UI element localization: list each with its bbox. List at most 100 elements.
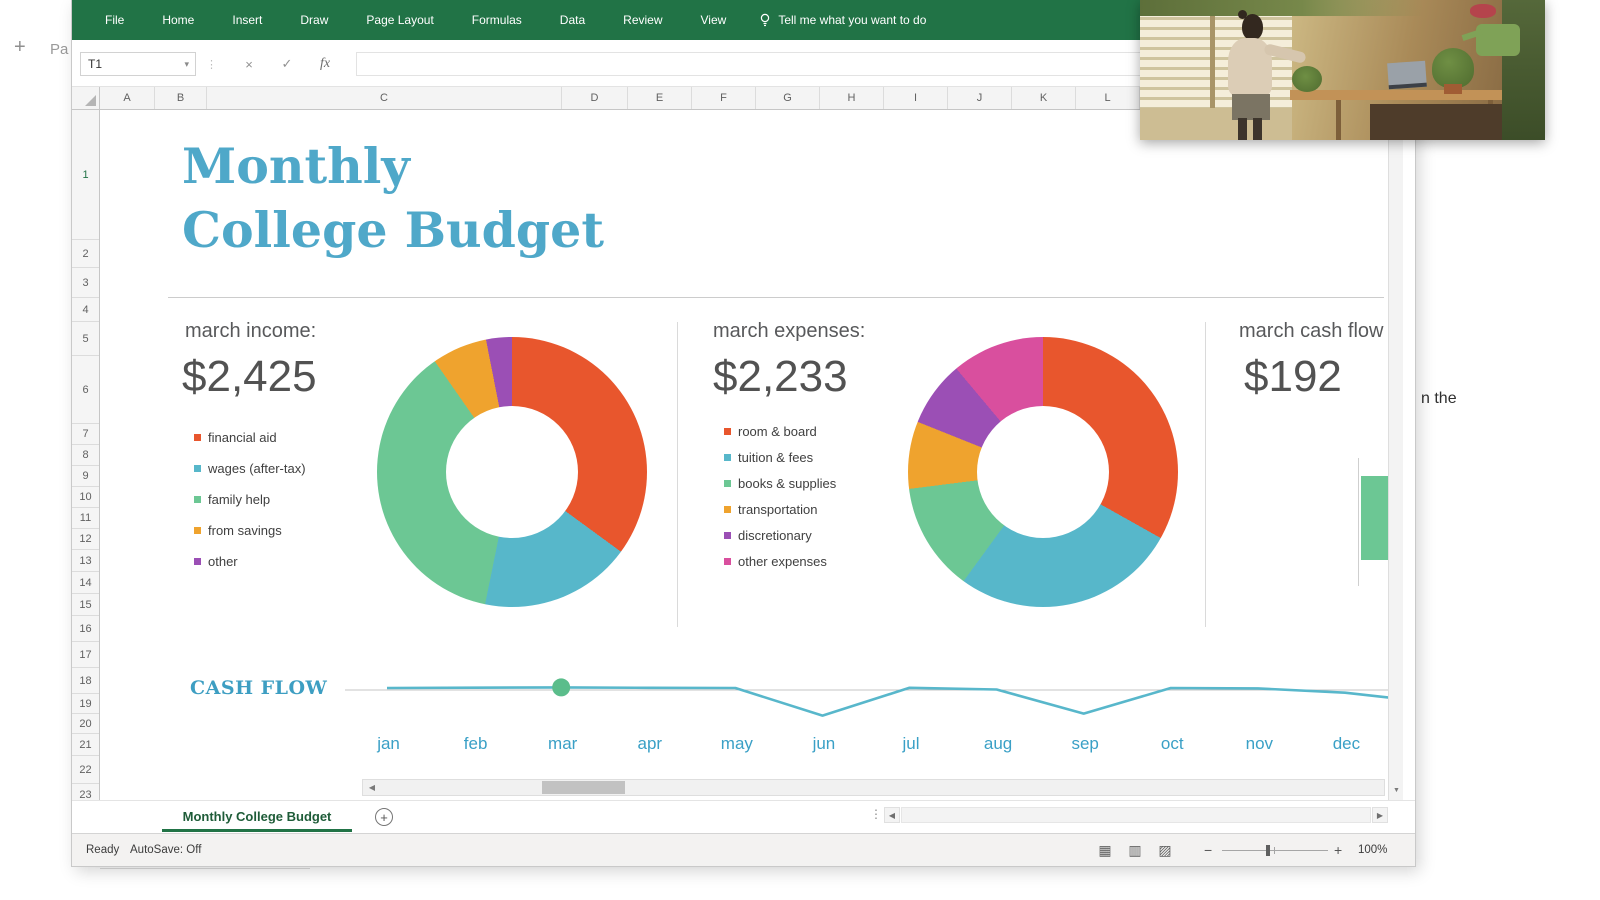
formula-bar-separator-icon: ⋮: [206, 58, 217, 71]
tab-overflow-icon[interactable]: ⋮: [870, 807, 882, 821]
scrollbar-track[interactable]: [381, 780, 1384, 795]
month-label: jun: [812, 734, 836, 753]
select-all-corner[interactable]: [72, 87, 100, 109]
legend-item: family help: [194, 484, 306, 515]
row-header[interactable]: 23: [72, 784, 99, 801]
ribbon-tab[interactable]: Home: [143, 0, 213, 40]
column-header[interactable]: J: [948, 87, 1012, 109]
autosave-status[interactable]: AutoSave: Off: [130, 844, 201, 856]
page-break-view-icon[interactable]: ▨: [1150, 842, 1180, 859]
background-partial-text-left: Pa: [50, 41, 69, 58]
ribbon-tab[interactable]: View: [682, 0, 746, 40]
ribbon-tab[interactable]: Formulas: [453, 0, 541, 40]
row-header[interactable]: 6: [72, 356, 99, 424]
legend-bullet-icon: [194, 527, 201, 534]
income-panel-label: march income:: [185, 320, 317, 342]
vertical-scrollbar[interactable]: ▲ ▼: [1388, 110, 1403, 800]
expenses-legend: room & board tuition & fees books & supp…: [724, 418, 836, 574]
column-header[interactable]: H: [820, 87, 884, 109]
zoom-slider-thumb[interactable]: [1266, 845, 1270, 856]
row-header[interactable]: 17: [72, 642, 99, 668]
ribbon-tab[interactable]: Data: [541, 0, 604, 40]
desk-leg: [1336, 100, 1341, 140]
cancel-entry-button[interactable]: ×: [236, 52, 262, 76]
video-overlay: [1140, 0, 1545, 140]
column-header[interactable]: D: [562, 87, 628, 109]
zoom-slider[interactable]: [1222, 845, 1328, 856]
column-header[interactable]: A: [100, 87, 155, 109]
expenses-donut-chart[interactable]: [908, 337, 1178, 607]
name-box[interactable]: ▾: [80, 52, 196, 76]
status-bar: Ready AutoSave: Off ▦ ▥ ▨ − + 100%: [72, 833, 1415, 866]
scroll-down-icon[interactable]: ▼: [1389, 782, 1404, 798]
row-header[interactable]: 11: [72, 508, 99, 529]
background-plus-button[interactable]: +: [14, 36, 26, 59]
select-all-triangle-icon: [85, 95, 96, 106]
row-header[interactable]: 21: [72, 734, 99, 756]
scrollbar-thumb[interactable]: [542, 781, 625, 794]
income-donut-chart[interactable]: [377, 337, 647, 607]
row-header[interactable]: 1: [72, 110, 99, 240]
row-header[interactable]: 18: [72, 668, 99, 694]
row-header[interactable]: 14: [72, 572, 99, 594]
row-header[interactable]: 9: [72, 466, 99, 487]
page-layout-view-icon[interactable]: ▥: [1120, 842, 1150, 859]
desk-plant: [1432, 48, 1474, 88]
row-header[interactable]: 22: [72, 756, 99, 784]
cashflow-amount: $192: [1244, 352, 1342, 401]
chart-horizontal-scrollbar[interactable]: ◀: [362, 779, 1385, 796]
cashflow-line-chart[interactable]: [345, 655, 1391, 725]
legend-item: other expenses: [724, 548, 836, 574]
ribbon-tab[interactable]: Insert: [213, 0, 281, 40]
tabbar-scrollbar-track[interactable]: [901, 807, 1371, 823]
legend-bullet-icon: [194, 558, 201, 565]
row-header[interactable]: 12: [72, 529, 99, 550]
person-skirt: [1232, 94, 1270, 120]
column-header[interactable]: I: [884, 87, 948, 109]
column-header[interactable]: L: [1076, 87, 1140, 109]
column-header[interactable]: G: [756, 87, 820, 109]
legend-item: financial aid: [194, 422, 306, 453]
row-header[interactable]: 5: [72, 322, 99, 356]
zoom-level[interactable]: 100%: [1358, 844, 1387, 856]
month-label: jul: [902, 734, 920, 753]
legend-bullet-icon: [194, 434, 201, 441]
scroll-left-icon[interactable]: ◀: [363, 780, 381, 795]
name-box-input[interactable]: [81, 57, 167, 71]
column-header[interactable]: E: [628, 87, 692, 109]
row-header[interactable]: 7: [72, 424, 99, 445]
ribbon-tab[interactable]: File: [86, 0, 143, 40]
ribbon-tab[interactable]: Draw: [281, 0, 347, 40]
ribbon-tab[interactable]: Review: [604, 0, 681, 40]
column-header[interactable]: C: [207, 87, 562, 109]
row-header[interactable]: 2: [72, 240, 99, 268]
row-header[interactable]: 15: [72, 594, 99, 616]
cashflow-mini-bar: [1361, 476, 1388, 560]
column-header[interactable]: K: [1012, 87, 1076, 109]
tell-me-box[interactable]: Tell me what you want to do: [759, 13, 926, 27]
column-header[interactable]: F: [692, 87, 756, 109]
tabbar-scroll-right-button[interactable]: ▶: [1372, 807, 1388, 823]
ribbon-tab[interactable]: Page Layout: [347, 0, 452, 40]
zoom-in-button[interactable]: +: [1334, 842, 1342, 858]
legend-label: tuition & fees: [738, 449, 814, 465]
tabbar-scroll-left-button[interactable]: ◀: [884, 807, 900, 823]
row-header[interactable]: 8: [72, 445, 99, 466]
add-sheet-button[interactable]: +: [375, 808, 393, 826]
laptop: [1387, 60, 1427, 90]
row-header[interactable]: 10: [72, 487, 99, 508]
row-header[interactable]: 13: [72, 550, 99, 572]
confirm-entry-button[interactable]: ✓: [274, 52, 300, 76]
column-header[interactable]: B: [155, 87, 207, 109]
insert-function-button[interactable]: fx: [312, 52, 338, 76]
row-header[interactable]: 20: [72, 714, 99, 734]
row-header[interactable]: 3: [72, 268, 99, 298]
name-box-dropdown-icon[interactable]: ▾: [184, 59, 195, 70]
row-header[interactable]: 4: [72, 298, 99, 322]
zoom-out-button[interactable]: −: [1204, 842, 1212, 858]
row-header[interactable]: 19: [72, 694, 99, 714]
row-header[interactable]: 16: [72, 616, 99, 642]
sheet-tab-active[interactable]: Monthly College Budget: [162, 801, 352, 831]
month-label: may: [720, 734, 753, 753]
normal-view-icon[interactable]: ▦: [1090, 842, 1120, 859]
